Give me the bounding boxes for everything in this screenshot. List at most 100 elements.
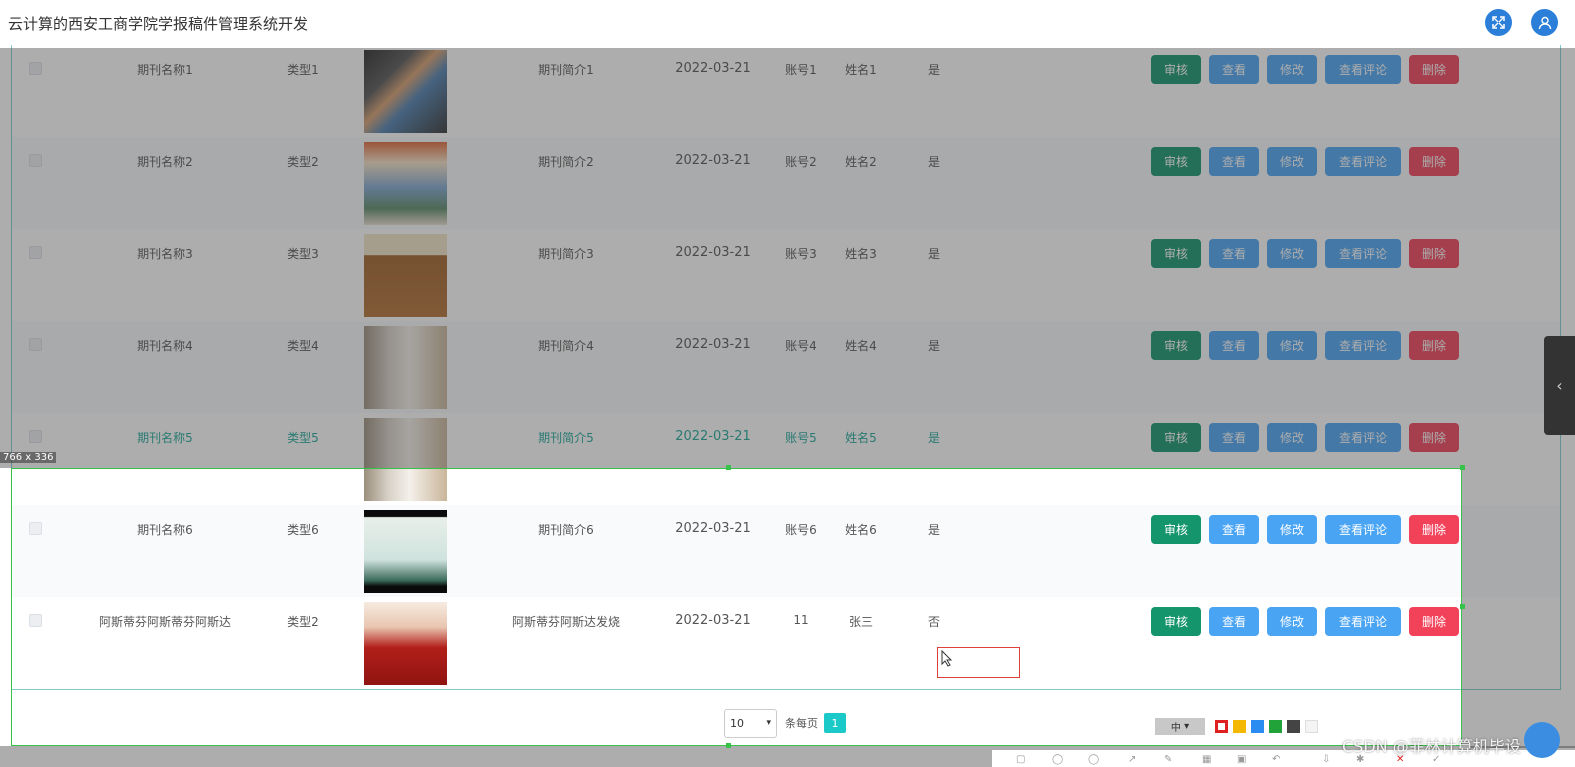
view-button[interactable]: 查看 [1209,423,1259,452]
audit-button[interactable]: 审核 [1151,331,1201,360]
journal-intro-cell: 期刊简介5 [538,431,594,445]
audit-button[interactable]: 审核 [1151,55,1201,84]
save-icon[interactable]: ⇩ [1322,754,1330,765]
audit-button[interactable]: 审核 [1151,147,1201,176]
delete-button[interactable]: 删除 [1409,423,1459,452]
app-header: 云计算的西安工商学院学报稿件管理系统开发 [0,0,1575,48]
person-name-cell: 姓名5 [845,431,877,445]
rect-tool-icon[interactable]: ▢ [1016,754,1025,765]
journal-type-cell: 类型2 [287,155,319,169]
edit-button[interactable]: 修改 [1267,239,1317,268]
table-row: 期刊名称1 类型1 期刊简介1 2022-03-21 账号1 姓名1 是 审核 查看 修改 查看评论… [11,45,1561,138]
view-button[interactable]: 查看 [1209,239,1259,268]
cursor-icon [941,650,953,667]
arrow-tool-icon[interactable]: ↗ [1128,754,1136,765]
view-button[interactable]: 查看 [1209,331,1259,360]
selection-handle[interactable] [726,465,731,470]
journal-type-cell: 类型5 [287,431,319,445]
mosaic-tool-icon[interactable]: ▦ [1202,754,1211,765]
delete-button[interactable]: 删除 [1409,55,1459,84]
journal-cover-image [364,234,447,317]
view-comments-button[interactable]: 查看评论 [1325,423,1401,452]
pen-tool-icon[interactable]: ✎ [1164,754,1172,765]
chevron-left-icon[interactable]: ‹ [1544,336,1575,435]
page-number[interactable]: 1 [824,713,846,733]
row-checkbox[interactable] [29,154,42,167]
view-comments-button[interactable]: 查看评论 [1325,331,1401,360]
color-swatch[interactable] [1305,720,1318,733]
journal-intro-cell: 期刊简介4 [538,339,594,353]
selection-handle[interactable] [1460,604,1465,609]
audit-status-cell: 是 [927,339,941,353]
view-button[interactable]: 查看 [1209,147,1259,176]
journal-cover-image [364,50,447,133]
publish-date-cell: 2022-03-21 [675,429,751,444]
journal-cover-image [364,142,447,225]
publish-date-cell: 2022-03-21 [675,153,751,168]
selection-size-label: 766 x 336 [0,452,57,463]
account-cell: 账号3 [785,247,817,261]
selection-handle[interactable] [726,743,731,748]
account-cell: 账号5 [785,431,817,445]
row-checkbox[interactable] [29,62,42,75]
audit-status-cell: 是 [927,247,941,261]
row-checkbox[interactable] [29,246,42,259]
journal-name-cell: 期刊名称2 [137,155,193,169]
per-page-label: 条每页 [785,717,818,730]
journal-intro-cell: 期刊简介2 [538,155,594,169]
journal-name-cell: 期刊名称1 [137,63,193,77]
view-comments-button[interactable]: 查看评论 [1325,55,1401,84]
account-cell: 账号2 [785,155,817,169]
audit-button[interactable]: 审核 [1151,423,1201,452]
screenshot-selection[interactable] [11,468,1462,746]
font-size-select[interactable]: 中 ▾ [1155,718,1205,735]
text-tool-icon[interactable]: ▣ [1237,754,1246,765]
delete-button[interactable]: 删除 [1409,331,1459,360]
page-size-value: 10 [730,716,744,730]
floating-action-button[interactable] [1524,722,1560,758]
audit-status-cell: 是 [927,431,941,445]
audit-status-cell: 是 [927,63,941,77]
delete-button[interactable]: 删除 [1409,147,1459,176]
page-size-select[interactable]: 10 ▾ [724,708,777,738]
fullscreen-icon[interactable] [1485,9,1512,36]
publish-date-cell: 2022-03-21 [675,61,751,76]
journal-name-cell: 期刊名称4 [137,339,193,353]
table-row: 期刊名称4 类型4 期刊简介4 2022-03-21 账号4 姓名4 是 审核 查看 修改 查看评论… [11,321,1561,414]
edit-button[interactable]: 修改 [1267,55,1317,84]
color-swatch[interactable] [1233,720,1246,733]
delete-button[interactable]: 删除 [1409,239,1459,268]
journal-type-cell: 类型4 [287,339,319,353]
journal-cover-image [364,326,447,409]
screenshot-dim-right [1462,468,1575,748]
journal-type-cell: 类型3 [287,247,319,261]
audit-button[interactable]: 审核 [1151,239,1201,268]
edit-button[interactable]: 修改 [1267,331,1317,360]
selection-handle[interactable] [1460,465,1465,470]
journal-name-cell: 期刊名称5 [137,431,193,445]
user-icon[interactable] [1531,9,1558,36]
edit-button[interactable]: 修改 [1267,423,1317,452]
color-swatch[interactable] [1287,720,1300,733]
circle-tool-icon[interactable]: ◯ [1052,754,1063,765]
journal-type-cell: 类型1 [287,63,319,77]
journal-intro-cell: 期刊简介3 [538,247,594,261]
row-checkbox[interactable] [29,430,42,443]
color-swatch[interactable] [1251,720,1264,733]
color-swatch[interactable] [1215,720,1228,733]
ellipse-tool-icon[interactable]: ◯ [1088,754,1099,765]
undo-icon[interactable]: ↶ [1272,754,1280,765]
app-title: 云计算的西安工商学院学报稿件管理系统开发 [8,15,309,33]
view-comments-button[interactable]: 查看评论 [1325,147,1401,176]
publish-date-cell: 2022-03-21 [675,245,751,260]
person-name-cell: 姓名4 [845,339,877,353]
view-comments-button[interactable]: 查看评论 [1325,239,1401,268]
font-size-value: 中 [1170,723,1181,734]
person-name-cell: 姓名3 [845,247,877,261]
row-checkbox[interactable] [29,338,42,351]
view-button[interactable]: 查看 [1209,55,1259,84]
chevron-down-icon: ▾ [1184,721,1190,732]
edit-button[interactable]: 修改 [1267,147,1317,176]
account-cell: 账号4 [785,339,817,353]
color-swatch[interactable] [1269,720,1282,733]
